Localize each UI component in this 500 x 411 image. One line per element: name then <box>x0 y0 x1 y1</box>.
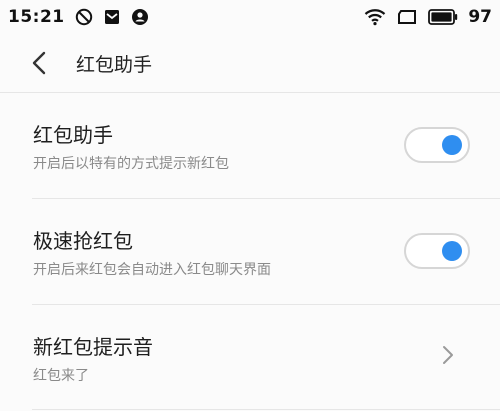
wifi-icon <box>364 8 386 26</box>
chevron-left-icon <box>32 51 46 75</box>
battery-level: 97 <box>468 7 492 27</box>
screen-rotate-icon <box>396 8 418 26</box>
status-time: 15:21 <box>8 7 65 27</box>
title-bar: 红包助手 <box>0 38 500 88</box>
row-divider <box>32 409 500 410</box>
status-bar: 15:21 97 <box>0 0 500 34</box>
do-not-disturb-icon <box>75 8 93 26</box>
setting-title: 新红包提示音 <box>33 335 153 359</box>
red-packet-assistant-toggle[interactable] <box>404 127 470 163</box>
setting-row-red-packet-assistant[interactable]: 红包助手 开启后以特有的方式提示新红包 <box>0 93 500 198</box>
page-title: 红包助手 <box>76 53 153 76</box>
toggle-knob <box>442 135 462 155</box>
setting-title: 红包助手 <box>33 123 113 147</box>
setting-row-fast-grab[interactable]: 极速抢红包 开启后来红包会自动进入红包聊天界面 <box>0 199 500 304</box>
mail-icon <box>103 8 121 26</box>
fast-grab-toggle[interactable] <box>404 233 470 269</box>
back-button[interactable] <box>18 41 62 85</box>
setting-subtitle: 开启后来红包会自动进入红包聊天界面 <box>33 262 271 278</box>
setting-subtitle: 开启后以特有的方式提示新红包 <box>33 156 229 172</box>
setting-title: 极速抢红包 <box>33 229 133 253</box>
chevron-right-icon <box>438 345 458 365</box>
setting-row-notification-sound[interactable]: 新红包提示音 红包来了 <box>0 305 500 410</box>
toggle-knob <box>442 241 462 261</box>
status-right: 97 <box>364 7 492 27</box>
account-icon <box>131 8 149 26</box>
setting-subtitle: 红包来了 <box>33 368 89 384</box>
status-left: 15:21 <box>8 7 149 27</box>
battery-icon <box>428 8 458 26</box>
